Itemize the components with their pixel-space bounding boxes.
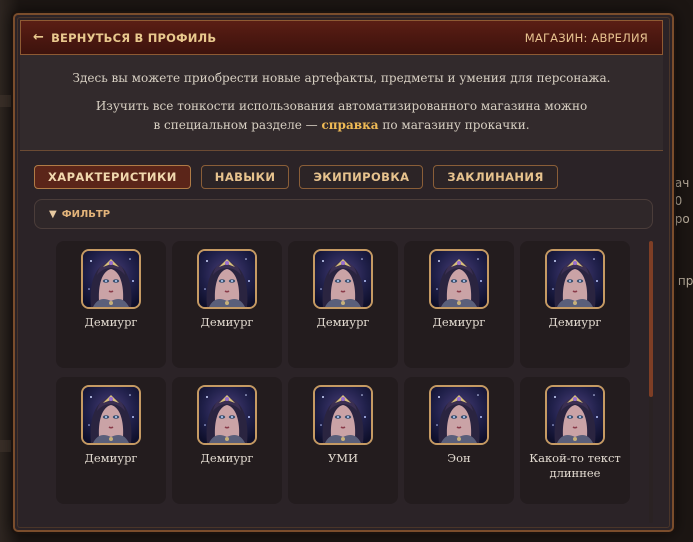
item-portrait bbox=[429, 385, 489, 445]
category-tabs: ХАРАКТЕРИСТИКИ НАВЫКИ ЭКИПИРОВКА ЗАКЛИНА… bbox=[34, 165, 558, 189]
shop-item-card[interactable]: УМИ bbox=[288, 377, 398, 504]
item-name: Демиург bbox=[200, 315, 254, 329]
shop-item-card[interactable]: Эон bbox=[404, 377, 514, 504]
shop-item-card[interactable]: Демиург bbox=[56, 241, 166, 368]
shop-item-card[interactable]: Демиург bbox=[56, 377, 166, 504]
shop-item-card[interactable]: Демиург bbox=[172, 241, 282, 368]
item-portrait bbox=[429, 249, 489, 309]
shop-dialog: ← ВЕРНУТЬСЯ В ПРОФИЛЬ МАГАЗИН: АВРЕЛИЯ З… bbox=[13, 13, 674, 532]
item-name: Демиург bbox=[84, 315, 138, 329]
item-name: УМИ bbox=[327, 451, 359, 465]
shop-item-card[interactable]: Демиург bbox=[404, 241, 514, 368]
character-portrait-image bbox=[431, 387, 487, 443]
item-name: Демиург bbox=[432, 315, 486, 329]
grid-scrollbar[interactable] bbox=[649, 241, 653, 523]
item-portrait bbox=[81, 249, 141, 309]
filter-label: ФИЛЬТР bbox=[61, 208, 111, 220]
item-name: Демиург bbox=[548, 315, 602, 329]
character-portrait-image bbox=[547, 251, 603, 307]
shop-item-card[interactable]: Демиург bbox=[172, 377, 282, 504]
character-portrait-image bbox=[199, 387, 255, 443]
character-portrait-image bbox=[83, 387, 139, 443]
arrow-left-icon: ← bbox=[33, 30, 45, 45]
item-portrait bbox=[545, 385, 605, 445]
item-portrait bbox=[197, 385, 257, 445]
shop-description: Здесь вы можете приобрести новые артефак… bbox=[20, 55, 663, 151]
item-name: Эон bbox=[447, 451, 471, 465]
item-name: Демиург bbox=[200, 451, 254, 465]
filter-funnel-icon: ▼ bbox=[49, 208, 57, 220]
item-grid: Демиург Демиург Демиург Демиург Демиург … bbox=[56, 241, 632, 504]
character-portrait-image bbox=[199, 251, 255, 307]
item-portrait bbox=[313, 385, 373, 445]
item-portrait bbox=[197, 249, 257, 309]
item-name: Демиург bbox=[316, 315, 370, 329]
character-portrait-image bbox=[315, 387, 371, 443]
back-button-label: ВЕРНУТЬСЯ В ПРОФИЛЬ bbox=[51, 30, 217, 45]
tab-spells[interactable]: ЗАКЛИНАНИЯ bbox=[433, 165, 558, 189]
help-link[interactable]: справка bbox=[321, 118, 378, 132]
shop-item-card[interactable]: Демиург bbox=[520, 241, 630, 368]
item-name: Демиург bbox=[84, 451, 138, 465]
tab-skills[interactable]: НАВЫКИ bbox=[200, 165, 290, 189]
shop-item-card[interactable]: Какой-то текст длиннее bbox=[520, 377, 630, 504]
description-line: Здесь вы можете приобрести новые артефак… bbox=[72, 71, 611, 85]
item-portrait bbox=[313, 249, 373, 309]
character-portrait-image bbox=[315, 251, 371, 307]
tab-characteristics[interactable]: ХАРАКТЕРИСТИКИ bbox=[34, 165, 191, 189]
item-name: Какой-то текст длиннее bbox=[529, 451, 621, 480]
character-portrait-image bbox=[431, 251, 487, 307]
character-portrait-image bbox=[83, 251, 139, 307]
description-line: Изучить все тонкости использования автом… bbox=[95, 99, 588, 113]
shop-item-card[interactable]: Демиург bbox=[288, 241, 398, 368]
dialog-header: ← ВЕРНУТЬСЯ В ПРОФИЛЬ МАГАЗИН: АВРЕЛИЯ bbox=[20, 20, 663, 55]
item-portrait bbox=[81, 385, 141, 445]
shop-title: МАГАЗИН: АВРЕЛИЯ bbox=[524, 30, 648, 45]
tab-equipment[interactable]: ЭКИПИРОВКА bbox=[299, 165, 424, 189]
character-portrait-image bbox=[547, 387, 603, 443]
back-to-profile-button[interactable]: ← ВЕРНУТЬСЯ В ПРОФИЛЬ bbox=[33, 21, 216, 54]
item-portrait bbox=[545, 249, 605, 309]
scrollbar-thumb[interactable] bbox=[649, 241, 653, 397]
description-line: в специальном разделе — справка по магаз… bbox=[153, 118, 530, 132]
filter-toggle[interactable]: ▼ ФИЛЬТР bbox=[34, 199, 653, 229]
